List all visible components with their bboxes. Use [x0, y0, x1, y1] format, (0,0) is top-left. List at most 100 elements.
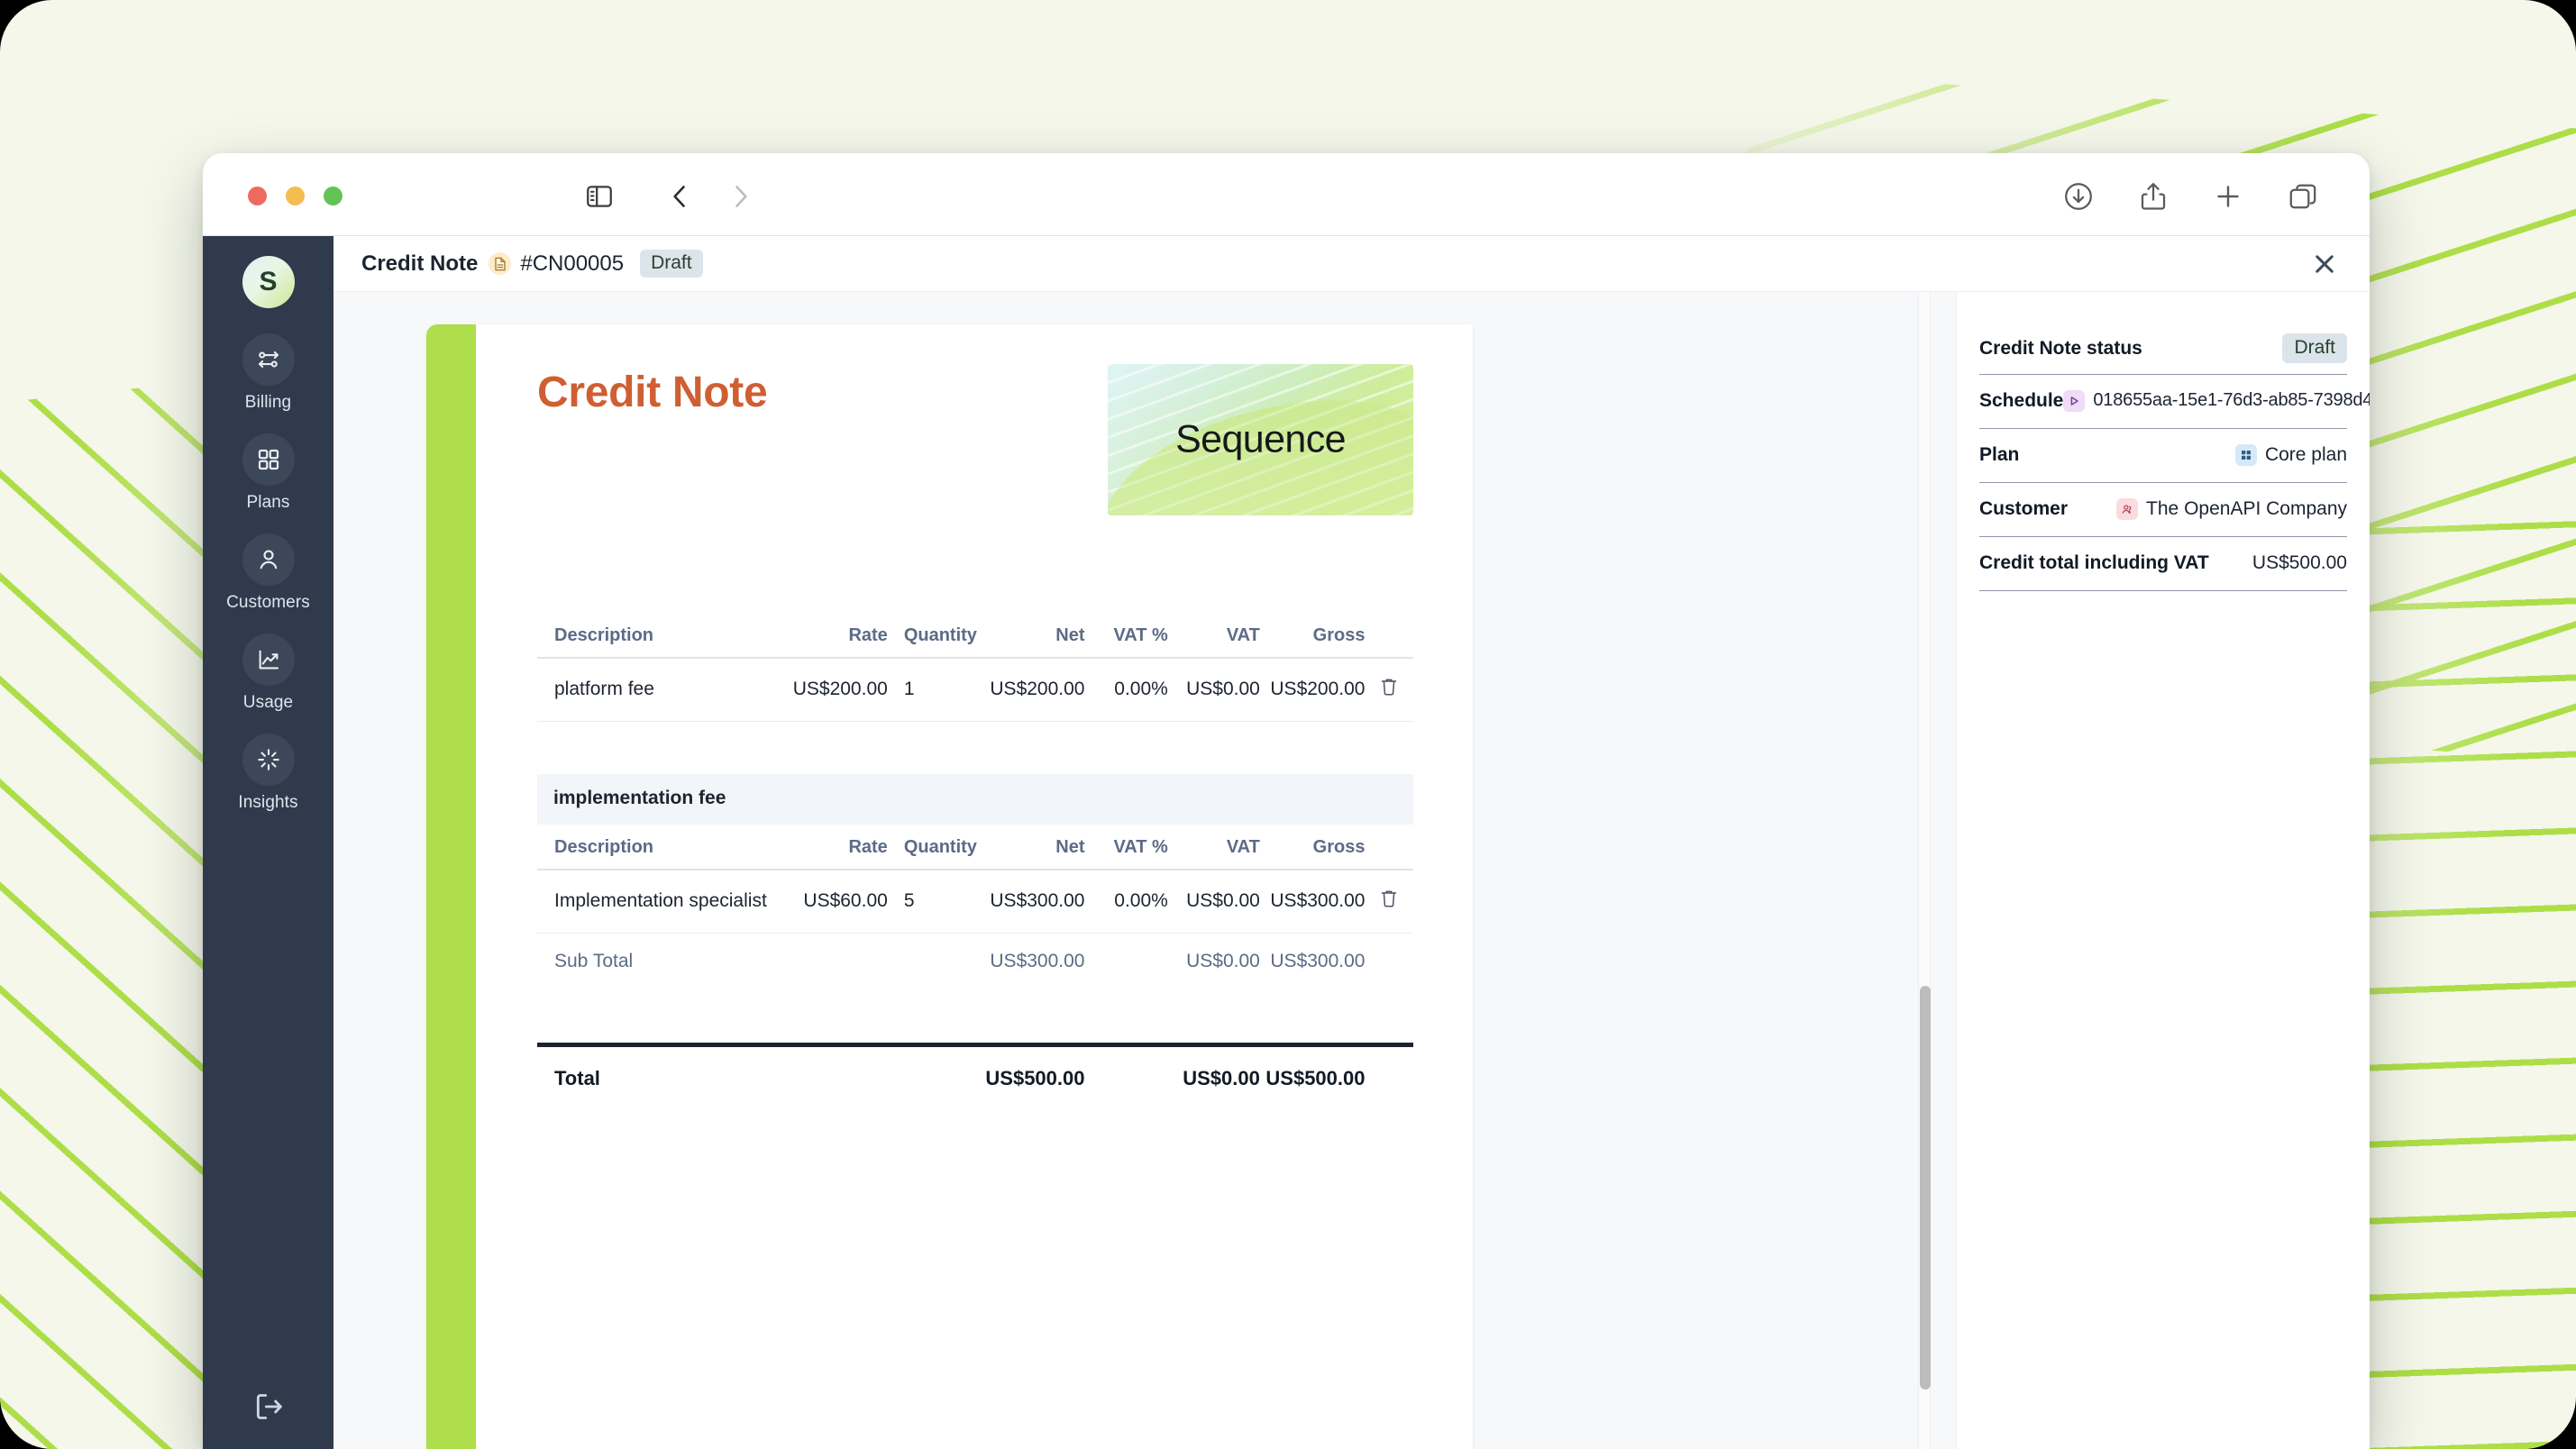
sidebar-item-customers[interactable]: Customers	[203, 533, 333, 613]
sparkle-burst-icon	[242, 734, 295, 786]
credit-total-value: US$500.00	[2252, 551, 2347, 573]
back-button[interactable]	[664, 180, 697, 213]
cell-vat: US$0.00	[1167, 658, 1260, 722]
sidebar-item-usage[interactable]: Usage	[203, 633, 333, 713]
share-icon[interactable]	[2137, 180, 2170, 213]
line-items: Description Rate Quantity Net VAT % VAT …	[537, 616, 1413, 1090]
total-actions	[1365, 1047, 1413, 1090]
total-rate	[773, 1047, 887, 1090]
total-vat: US$0.00	[1183, 1067, 1260, 1089]
document-viewer: Credit Note Sequence Description Rate Qu…	[333, 292, 1956, 1449]
sidebar-item-label: Plans	[246, 493, 290, 512]
cell-actions	[1365, 658, 1413, 722]
line-chart-icon	[242, 633, 295, 686]
detail-value[interactable]: The OpenAPI Company	[2116, 497, 2347, 520]
total-gross: US$500.00	[1265, 1067, 1366, 1089]
table-row: platform fee US$200.00 1 US$200.00 0.00%…	[537, 658, 1413, 722]
sidebar-item-label: Usage	[242, 693, 294, 712]
document-header: Credit Note Sequence	[537, 364, 1413, 515]
browser-toolbar: sequencehq.com/dashboard	[203, 153, 2370, 378]
detail-row-schedule: Schedule 018655aa-15e1-76d3-ab85-7398d42…	[1979, 375, 2370, 429]
cell-rate: US$60.00	[773, 870, 888, 934]
schedule-play-icon	[2063, 389, 2086, 412]
cell-gross: US$200.00	[1259, 658, 1366, 722]
toolbar-actions	[2062, 180, 2319, 213]
cell-net: US$300.00	[979, 870, 1085, 934]
column-header-rate: Rate	[773, 616, 888, 659]
detail-row-customer: Customer The OpenAPI Company	[1979, 483, 2347, 537]
column-header-net: Net	[979, 616, 1085, 659]
brand-logo[interactable]: S	[242, 256, 295, 308]
column-header-vat: VAT	[1167, 828, 1260, 870]
sidebar-item-plans[interactable]: Plans	[203, 433, 333, 513]
detail-status-badge: Draft	[2282, 333, 2347, 363]
cell-vat-pct: 0.00%	[1084, 658, 1168, 722]
cell-quantity: 5	[887, 870, 980, 934]
minimize-window-button[interactable]	[286, 187, 305, 205]
credit-note-header: Credit Note #CN00005 Draft	[333, 236, 2370, 292]
cell-vat: US$0.00	[1167, 870, 1260, 934]
cell-description: platform fee	[537, 658, 774, 722]
close-icon[interactable]	[2309, 249, 2340, 279]
cell-actions	[1365, 870, 1413, 934]
trash-icon[interactable]	[1379, 888, 1399, 909]
details-panel: Credit Note status Draft Schedule 018655…	[1956, 292, 2370, 1449]
subtotal-rate	[773, 934, 887, 991]
plan-grid-icon	[2234, 443, 2257, 466]
detail-value[interactable]: 018655aa-15e1-76d3-ab85-7398d42d1ad7	[2063, 389, 2370, 412]
cell-vat-pct: 0.00%	[1084, 870, 1168, 934]
total-net: US$500.00	[985, 1067, 1085, 1089]
status-badge: Draft	[640, 250, 703, 278]
grid-squares-icon	[242, 433, 295, 486]
plus-icon[interactable]	[2212, 180, 2244, 213]
window-controls[interactable]	[248, 187, 343, 205]
maximize-window-button[interactable]	[324, 187, 343, 205]
detail-label: Credit total including VAT	[1979, 551, 2209, 573]
close-window-button[interactable]	[248, 187, 267, 205]
line-item-table: Description Rate Quantity Net VAT % VAT …	[537, 828, 1413, 990]
tab-overview-icon[interactable]	[2287, 180, 2319, 213]
main-column: Credit Note #CN00005 Draft Credit Note S…	[333, 236, 2370, 1449]
schedule-id: 018655aa-15e1-76d3-ab85-7398d42d1ad7	[2093, 390, 2370, 410]
column-header-vat-pct: VAT %	[1084, 828, 1168, 870]
detail-value[interactable]: Core plan	[2234, 443, 2347, 466]
total-vat-pct	[1084, 1047, 1167, 1090]
credit-note-page: Credit Note Sequence Description Rate Qu…	[426, 324, 1473, 1449]
plan-name: Core plan	[2264, 443, 2347, 465]
forward-button[interactable]	[724, 180, 756, 213]
credit-note-body: Credit Note Sequence Description Rate Qu…	[476, 324, 1473, 1449]
cell-description: Implementation specialist	[537, 870, 774, 934]
sidebar-item-label: Customers	[226, 593, 310, 612]
application: S Billing Plans Customers Usage Insights…	[203, 236, 2370, 1449]
person-icon	[242, 533, 295, 586]
detail-row-credit-total: Credit total including VAT US$500.00	[1979, 537, 2347, 591]
sidebar-toggle-icon[interactable]	[583, 180, 616, 213]
viewer-scrollbar[interactable]	[1918, 292, 1931, 1449]
total-row: Total US$500.00 US$0.00 US$500.00	[537, 1047, 1413, 1090]
detail-row-credit-note-status: Credit Note status Draft	[1979, 324, 2347, 375]
sidebar-item-billing[interactable]: Billing	[203, 333, 333, 413]
column-header-quantity: Quantity	[887, 616, 980, 659]
detail-label: Schedule	[1979, 389, 2064, 411]
total-table: Total US$500.00 US$0.00 US$500.00	[537, 1047, 1413, 1090]
subtotal-vat-pct	[1084, 934, 1167, 991]
billing-flow-icon	[242, 333, 295, 386]
subtotal-label: Sub Total	[554, 951, 634, 971]
column-header-actions	[1365, 828, 1413, 870]
subtotal-row: Sub Total US$300.00 US$0.00 US$300.00	[537, 934, 1413, 991]
column-header-description: Description	[537, 616, 774, 659]
table-header-row: Description Rate Quantity Net VAT % VAT …	[537, 616, 1413, 659]
desktop-background: sequencehq.com/dashboard	[0, 0, 2576, 1449]
total-quantity	[888, 1047, 980, 1090]
sidebar-item-insights[interactable]: Insights	[203, 734, 333, 813]
logout-icon[interactable]	[251, 1389, 287, 1425]
download-icon[interactable]	[2062, 180, 2095, 213]
credit-note-number: #CN00005	[520, 251, 625, 276]
detail-label: Credit Note status	[1979, 337, 2142, 359]
browser-window: sequencehq.com/dashboard	[203, 153, 2370, 1449]
viewer-scrollbar-thumb[interactable]	[1920, 986, 1931, 1390]
page-title: Credit Note	[361, 251, 479, 276]
trash-icon[interactable]	[1379, 676, 1399, 697]
sidebar-nav: Billing Plans Customers Usage Insights	[203, 333, 333, 834]
